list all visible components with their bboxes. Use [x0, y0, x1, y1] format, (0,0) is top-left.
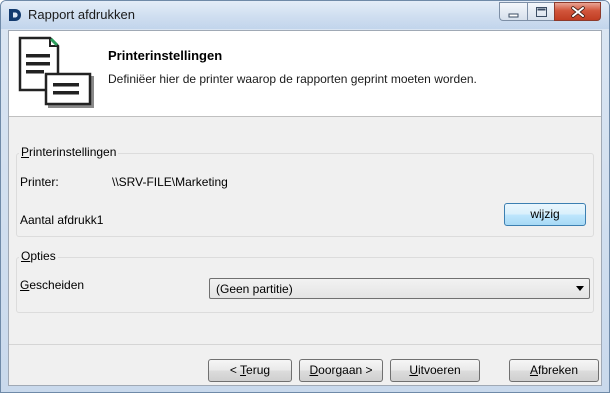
page-description: Definiëer hier de printer waarop de rapp…	[108, 72, 477, 86]
app-logo-icon	[9, 9, 21, 21]
header-divider	[9, 116, 601, 117]
split-label: Gescheiden	[20, 278, 85, 292]
page-title: Printerinstellingen	[108, 48, 223, 63]
cancel-button[interactable]: Afbreken	[509, 359, 599, 382]
document-printer-icon	[12, 34, 98, 114]
dialog-client-area: Printerinstellingen Definiëer hier de pr…	[8, 30, 602, 386]
copies-label: Aantal afdrukk1	[20, 213, 104, 227]
wizard-header: Printerinstellingen Definiëer hier de pr…	[9, 31, 601, 116]
maximize-button[interactable]	[527, 2, 554, 21]
maximize-icon	[536, 7, 547, 17]
run-button[interactable]: Uitvoeren	[390, 359, 480, 382]
printer-settings-legend: Printerinstellingen	[19, 145, 119, 159]
minimize-icon	[508, 13, 519, 18]
split-select[interactable]: (Geen partitie)	[209, 278, 590, 299]
options-legend: Opties	[19, 249, 58, 263]
close-button[interactable]	[554, 2, 601, 21]
chevron-down-icon	[576, 286, 584, 291]
footer-divider	[9, 344, 601, 345]
dialog-window: Rapport afdrukken Printerinstellingen De…	[0, 0, 610, 393]
close-icon	[571, 6, 585, 18]
next-button[interactable]: Doorgaan >	[299, 359, 383, 382]
back-button[interactable]: < Terug	[208, 359, 292, 382]
split-select-value: (Geen partitie)	[216, 282, 293, 296]
printer-label: Printer:	[20, 175, 59, 189]
change-printer-button[interactable]: wijzig	[504, 203, 586, 226]
title-bar[interactable]: Rapport afdrukken	[1, 1, 609, 29]
minimize-button[interactable]	[499, 2, 527, 21]
printer-value: \\SRV-FILE\Marketing	[112, 175, 228, 189]
window-title: Rapport afdrukken	[28, 7, 135, 22]
